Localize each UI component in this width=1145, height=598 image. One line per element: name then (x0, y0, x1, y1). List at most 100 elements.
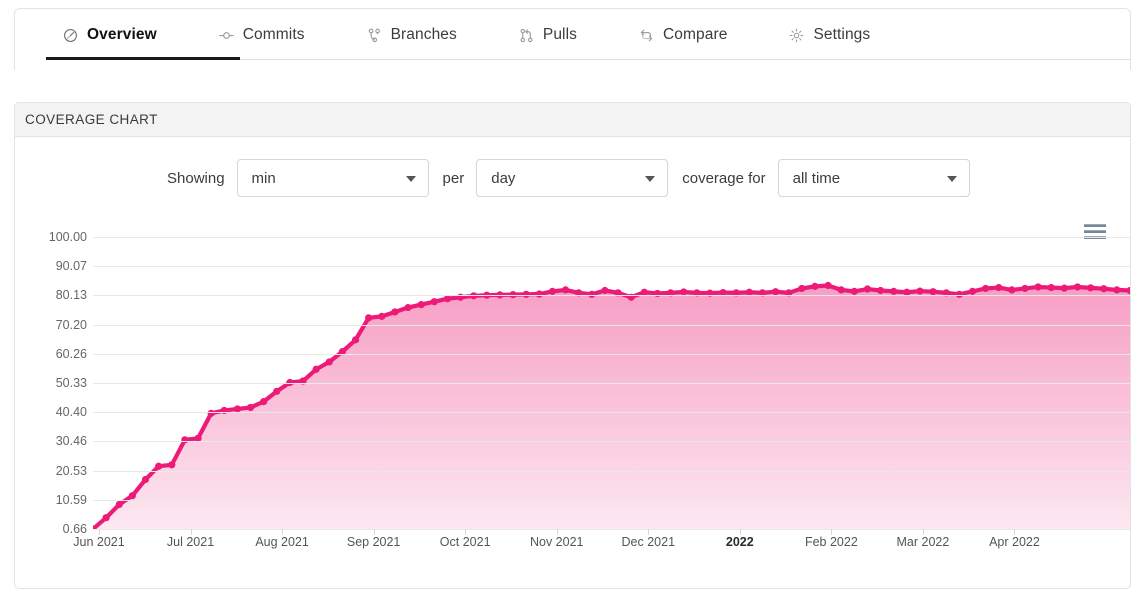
x-axis-labels: Jun 2021 Jul 2021 Aug 2021 Sep 2021 Oct 2021… (73, 529, 1130, 559)
data-point[interactable] (929, 288, 937, 296)
data-point[interactable] (1047, 283, 1055, 292)
data-point[interactable] (1021, 284, 1029, 293)
gridline (93, 383, 1130, 384)
range-select[interactable]: all time (777, 159, 970, 197)
showing-select[interactable]: min (236, 159, 429, 197)
showing-select-value: min (251, 169, 276, 187)
y-axis-labels: 100.00 90.07 80.13 70.20 60.26 50.33 40.40 30.4… (15, 230, 87, 536)
data-point[interactable] (588, 290, 596, 298)
commit-icon (218, 28, 234, 43)
data-point[interactable] (115, 500, 123, 509)
x-axis-tick (465, 529, 467, 535)
data-point[interactable] (391, 308, 399, 316)
data-point[interactable] (1087, 284, 1095, 292)
x-axis-tick (1014, 529, 1016, 535)
data-point[interactable] (982, 284, 990, 293)
coverage-for-label: coverage for (682, 169, 766, 187)
data-point[interactable] (168, 461, 176, 469)
data-point[interactable] (798, 284, 806, 293)
branch-icon (367, 28, 382, 43)
data-point[interactable] (968, 287, 977, 295)
tab-commits-label: Commits (242, 26, 305, 43)
data-point[interactable] (522, 290, 530, 298)
x-axis-tick (648, 529, 650, 535)
tab-pulls-label: Pulls (542, 26, 577, 43)
data-point[interactable] (1060, 284, 1068, 292)
data-point[interactable] (1034, 283, 1042, 291)
compare-icon (639, 28, 654, 43)
data-point[interactable] (430, 298, 438, 306)
y-axis-tick-label: 40.40 (55, 405, 87, 420)
data-point[interactable] (876, 286, 885, 295)
data-point[interactable] (155, 462, 163, 470)
y-axis-tick-label: 60.26 (55, 346, 87, 361)
data-point[interactable] (351, 336, 360, 344)
plot-area (93, 237, 1130, 530)
data-point[interactable] (378, 312, 386, 320)
x-axis-tick (373, 529, 375, 535)
data-point[interactable] (102, 514, 110, 522)
data-point[interactable] (404, 303, 412, 312)
x-axis-tick-label: Dec 2021 (621, 535, 676, 549)
gridline (93, 353, 1130, 355)
y-axis-tick-label: 90.07 (55, 259, 87, 274)
x-axis-tick-label: Aug 2021 (255, 535, 309, 549)
tab-pulls[interactable]: Pulls (488, 9, 608, 61)
data-point[interactable] (141, 475, 150, 484)
data-point[interactable] (417, 301, 425, 309)
chevron-down-icon (645, 176, 656, 182)
y-axis-tick-label: 70.20 (55, 317, 87, 332)
meter-icon (63, 28, 78, 43)
data-point[interactable] (1100, 285, 1108, 293)
tab-settings[interactable]: Settings (758, 9, 901, 61)
tab-overview[interactable]: Overview (32, 9, 188, 61)
data-point[interactable] (325, 358, 333, 366)
data-point[interactable] (128, 492, 136, 500)
data-point[interactable] (824, 281, 832, 290)
data-point[interactable] (1113, 286, 1121, 294)
x-axis-tick (556, 529, 558, 535)
active-tab-underline (46, 57, 240, 60)
data-point[interactable] (916, 287, 924, 295)
showing-label: Showing (167, 169, 225, 187)
x-axis-tick-label: Feb 2022 (804, 535, 858, 549)
data-point[interactable] (890, 287, 898, 295)
data-point[interactable] (273, 387, 281, 395)
tab-branches-label: Branches (390, 26, 457, 43)
data-point[interactable] (548, 287, 557, 295)
data-point[interactable] (850, 287, 858, 295)
data-point[interactable] (995, 283, 1003, 292)
x-axis-tick-label: Oct 2021 (439, 535, 491, 549)
data-point[interactable] (1008, 286, 1016, 294)
data-point[interactable] (1073, 283, 1082, 291)
y-axis-tick-label: 0.66 (62, 522, 87, 536)
y-axis-tick-label: 30.46 (55, 434, 87, 449)
data-point[interactable] (955, 290, 963, 298)
data-point[interactable] (365, 314, 373, 322)
data-point[interactable] (561, 286, 570, 294)
tab-branches[interactable]: Branches (336, 9, 488, 61)
data-point[interactable] (246, 403, 255, 412)
data-point[interactable] (837, 286, 845, 294)
data-point[interactable] (771, 288, 780, 296)
x-axis-tick (190, 529, 192, 535)
data-point[interactable] (811, 282, 819, 290)
x-axis-tick-label: Jul 2021 (166, 535, 215, 549)
y-axis-tick-label: 100.00 (48, 230, 87, 244)
pull-request-icon (519, 28, 534, 43)
tab-commits[interactable]: Commits (188, 9, 336, 61)
data-point[interactable] (601, 286, 609, 295)
gridline (93, 266, 1130, 268)
data-point[interactable] (863, 285, 872, 293)
y-axis-tick-label: 50.33 (55, 376, 87, 390)
per-select[interactable]: day (476, 159, 669, 197)
data-point[interactable] (312, 365, 320, 373)
tab-compare[interactable]: Compare (608, 9, 758, 61)
x-axis-tick-label: Sep 2021 (346, 535, 401, 549)
data-point[interactable] (535, 290, 543, 298)
data-point[interactable] (207, 409, 215, 417)
gridline (93, 529, 1130, 530)
data-point[interactable] (260, 398, 268, 406)
chevron-down-icon (946, 176, 957, 182)
gridline (93, 237, 1130, 238)
